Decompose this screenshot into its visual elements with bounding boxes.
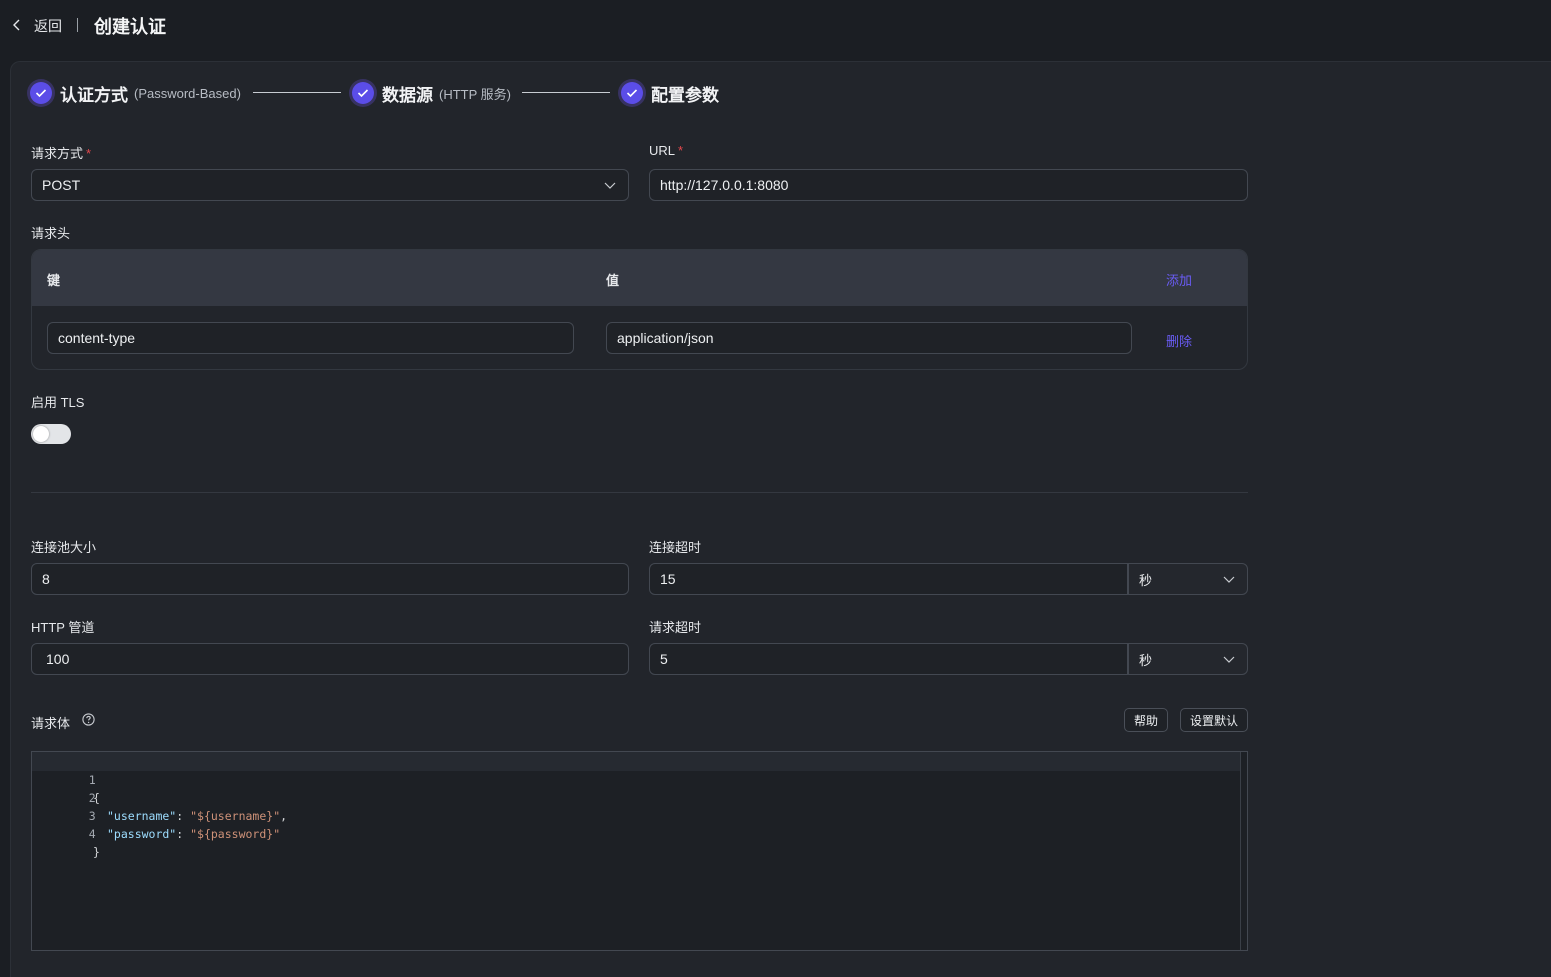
req-timeout-value: 5: [660, 651, 668, 667]
code-line: 1 {: [32, 753, 100, 805]
pipeline-label: HTTP 管道: [31, 620, 95, 635]
add-header-button[interactable]: 添加: [1166, 270, 1192, 289]
pool-size-value: 8: [42, 571, 50, 587]
code-line: 3 "password": "${password}": [32, 789, 280, 841]
url-input-value: http://127.0.0.1:8080: [660, 177, 789, 193]
url-label: URL *: [649, 143, 683, 158]
check-icon: [621, 82, 643, 104]
code-editor[interactable]: 1 { 2 "username": "${username}", 3 "pass…: [31, 751, 1248, 951]
active-line-highlight: [32, 752, 1240, 771]
json-comma: ,: [280, 809, 288, 823]
code-line: 2 "username": "${username}",: [32, 771, 287, 823]
line-number: 2: [88, 791, 96, 805]
unit-value: 秒: [1139, 572, 1153, 588]
step-subtitle: (HTTP 服务): [439, 86, 511, 102]
set-default-button[interactable]: 设置默认: [1180, 708, 1248, 732]
divider: [77, 18, 78, 32]
chevron-left-icon[interactable]: [10, 17, 24, 33]
header-value-value: application/json: [617, 330, 714, 346]
step-connector: [522, 92, 610, 93]
pool-size-label: 连接池大小: [31, 540, 97, 555]
header-key-value: content-type: [58, 330, 136, 346]
json-value: "${username}": [190, 809, 281, 823]
column-header-key: 键: [47, 273, 61, 288]
pipeline-input[interactable]: 100: [31, 643, 629, 675]
url-label-text: URL: [649, 143, 676, 158]
json-key: "username": [107, 809, 177, 823]
conn-timeout-value: 15: [660, 571, 676, 587]
tls-label: 启用 TLS: [31, 395, 85, 410]
headers-label: 请求头: [31, 226, 71, 241]
code-line: 4 }: [32, 807, 100, 859]
step-subtitle: (Password-Based): [134, 85, 241, 101]
body-label: 请求体: [31, 716, 71, 731]
chevron-down-icon: [1223, 656, 1235, 663]
toggle-knob: [33, 426, 49, 442]
method-label-text: 请求方式: [31, 146, 84, 161]
check-icon: [352, 82, 374, 104]
code-text: "password": "${password}": [107, 825, 280, 843]
json-sep: :: [176, 809, 191, 823]
headers-table-head: 键 值 添加: [32, 250, 1247, 306]
pool-size-input[interactable]: 8: [31, 563, 629, 595]
conn-timeout-label: 连接超时: [649, 540, 702, 555]
method-select-value: POST: [42, 177, 81, 193]
header-value-input[interactable]: application/json: [606, 322, 1132, 354]
help-button[interactable]: 帮助: [1124, 708, 1168, 732]
unit-value: 秒: [1139, 652, 1153, 668]
step-auth-method: 认证方式 (Password-Based): [30, 81, 241, 105]
step-title: 认证方式: [60, 85, 128, 105]
req-timeout-input[interactable]: 5: [649, 643, 1128, 675]
header-key-input[interactable]: content-type: [47, 322, 574, 354]
url-input[interactable]: http://127.0.0.1:8080: [649, 169, 1248, 201]
req-timeout-unit-select[interactable]: 秒: [1128, 643, 1248, 675]
section-divider: [31, 492, 1248, 493]
req-timeout-label: 请求超时: [649, 620, 702, 635]
page-title: 创建认证: [94, 17, 166, 37]
code-text: }: [93, 845, 100, 859]
scrollbar[interactable]: [1240, 752, 1247, 950]
conn-timeout-input[interactable]: 15: [649, 563, 1128, 595]
json-key: "password": [107, 827, 177, 841]
line-number: 3: [88, 809, 96, 823]
step-connector: [253, 92, 341, 93]
pipeline-value: 100: [46, 651, 70, 667]
tls-toggle[interactable]: [31, 424, 71, 444]
back-link[interactable]: 返回: [34, 16, 62, 36]
headers-table: 键 值 添加 content-type application/json 删除: [31, 249, 1248, 370]
column-header-value: 值: [606, 273, 620, 288]
method-label: 请求方式 *: [31, 143, 91, 162]
required-mark: *: [86, 146, 92, 161]
question-circle-icon[interactable]: [82, 713, 95, 726]
delete-header-button[interactable]: 删除: [1166, 331, 1192, 350]
json-sep: :: [176, 827, 191, 841]
line-number: 1: [88, 773, 96, 787]
step-title: 数据源: [382, 85, 433, 105]
step-config-params: 配置参数: [621, 81, 719, 105]
top-bar: 返回 创建认证: [0, 0, 1551, 50]
code-text: "username": "${username}",: [107, 807, 287, 825]
step-data-source: 数据源 (HTTP 服务): [352, 81, 511, 105]
required-mark: *: [678, 143, 684, 158]
chevron-down-icon: [604, 182, 616, 189]
method-select[interactable]: POST: [31, 169, 629, 201]
step-title: 配置参数: [651, 85, 719, 105]
chevron-down-icon: [1223, 576, 1235, 583]
json-value: "${password}": [190, 827, 281, 841]
conn-timeout-unit-select[interactable]: 秒: [1128, 563, 1248, 595]
check-icon: [30, 82, 52, 104]
line-number: 4: [88, 827, 96, 841]
